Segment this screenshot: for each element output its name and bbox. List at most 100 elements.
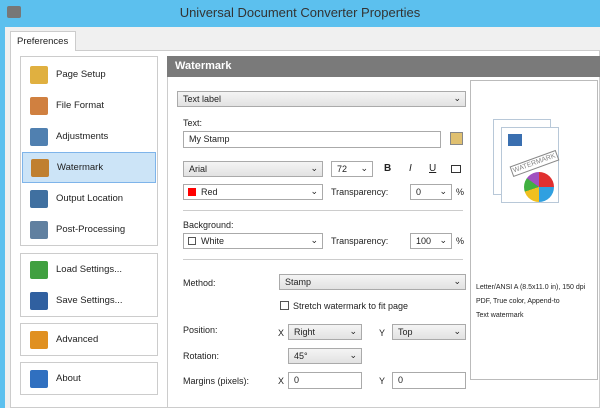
sidebar-item-post-processing[interactable]: Post-Processing [22,214,156,245]
sidebar-item-load-settings[interactable]: Load Settings... [22,254,156,285]
settings-list: Load Settings... Save Settings... [20,253,158,317]
bold-button[interactable]: B [384,163,391,174]
chevron-down-icon: ⌄ [349,326,357,336]
frame-button[interactable] [451,165,461,173]
text-value: My Stamp [189,134,230,144]
chevron-down-icon: ⌄ [453,93,461,103]
chevron-down-icon: ⌄ [310,186,318,196]
adjustments-icon [30,127,48,146]
transparency-select[interactable]: 0 ⌄ [410,184,452,200]
sidebar-item-label: Save Settings... [56,295,123,306]
rotation-select[interactable]: 45° ⌄ [288,348,362,364]
about-box: About [20,362,158,395]
sidebar-item-label: Load Settings... [56,264,123,275]
question-icon [30,369,48,388]
chevron-down-icon: ⌄ [360,163,368,173]
watermark-form: Text label ⌄ Text: My Stamp Arial ⌄ 72 ⌄ B … [167,77,470,408]
text-input[interactable]: My Stamp [183,131,441,148]
chevron-down-icon: ⌄ [453,326,461,336]
background-label: Background: [183,220,234,230]
margin-y-input[interactable]: 0 [392,372,466,389]
background-value: White [201,236,225,246]
divider [183,259,463,260]
background-select[interactable]: White ⌄ [183,233,323,249]
sidebar-item-label: Post-Processing [56,224,126,235]
margins-label: Margins (pixels): [183,376,250,386]
font-value: Arial [189,164,208,174]
panel-header: Watermark [167,56,600,77]
underline-button[interactable]: U [429,163,436,174]
tab-preferences[interactable]: Preferences [10,31,76,51]
bg-transparency-label: Transparency: [331,236,389,246]
position-label: Position: [183,325,218,335]
window-title: Universal Document Converter Properties [179,5,421,20]
transparency-value: 0 [416,187,422,197]
chevron-down-icon: ⌄ [453,276,461,286]
logo-icon [508,134,522,146]
italic-button[interactable]: I [409,163,412,174]
percent-label: % [456,236,465,246]
stretch-label: Stretch watermark to fit page [293,301,409,311]
position-x-select[interactable]: Right ⌄ [288,324,362,340]
size-select[interactable]: 72 ⌄ [331,161,373,177]
margin-x-value: 0 [294,375,300,385]
color-select[interactable]: Red ⌄ [183,184,323,200]
preview-info: PDF, True color, Append-to [476,298,560,305]
y-label: Y [379,376,386,386]
sidebar-item-label: Watermark [57,162,104,173]
sidebar-item-about[interactable]: About [22,363,156,394]
file-format-icon [30,96,48,115]
transparency-label: Transparency: [331,187,389,197]
preview-info: Text watermark [476,312,524,319]
stretch-checkbox[interactable] [280,301,289,310]
sidebar-item-page-setup[interactable]: Page Setup [22,59,156,90]
color-swatch [188,237,196,245]
margin-x-input[interactable]: 0 [288,372,362,389]
pos-x-value: Right [294,327,316,337]
sidebar-item-adjustments[interactable]: Adjustments [22,121,156,152]
sidebar-item-label: Output Location [56,193,124,204]
sidebar-item-label: Adjustments [56,131,109,142]
x-label: X [278,328,285,338]
sidebar-item-file-format[interactable]: File Format [22,90,156,121]
watermark-icon [31,158,49,177]
pie-chart-icon [524,172,554,202]
watermark-type-select[interactable]: Text label ⌄ [177,91,466,107]
bg-transparency-value: 100 [416,236,432,246]
load-settings-icon [30,260,48,279]
advanced-box: Advanced [20,323,158,356]
sidebar-item-label: File Format [56,100,105,111]
preview-info: Letter/ANSI A (8.5x11.0 in), 150 dpi [476,284,586,291]
divider [183,210,463,211]
sidebar-item-label: Page Setup [56,69,106,80]
method-value: Stamp [285,277,312,287]
position-y-select[interactable]: Top ⌄ [392,324,466,340]
post-processing-icon [30,220,48,239]
method-select[interactable]: Stamp ⌄ [279,274,466,290]
text-label: Text: [183,118,203,128]
page-setup-icon [30,65,48,84]
chevron-down-icon: ⌄ [310,163,318,173]
rotation-value: 45° [294,351,308,361]
bg-transparency-select[interactable]: 100 ⌄ [410,233,452,249]
output-location-icon [30,189,48,208]
y-label: Y [379,328,386,338]
font-select[interactable]: Arial ⌄ [183,161,323,177]
sidebar-item-advanced[interactable]: Advanced [22,324,156,355]
color-swatch [188,188,196,196]
percent-label: % [456,187,465,197]
nav-list: Page Setup File Format Adjustments Watermar… [20,56,158,246]
gears-icon [30,330,48,349]
preview-pane: WATERMARK Letter/ANSI A (8.5x11.0 in), 1… [470,80,598,380]
sidebar-item-label: Advanced [56,334,99,345]
rotation-label: Rotation: [183,351,220,361]
edit-text-icon[interactable] [450,132,463,145]
save-settings-icon [30,291,48,310]
sidebar-item-output-location[interactable]: Output Location [22,183,156,214]
chevron-down-icon: ⌄ [439,186,447,196]
sidebar-item-save-settings[interactable]: Save Settings... [22,285,156,316]
type-value: Text label [183,94,222,104]
size-value: 72 [337,164,348,174]
sidebar-item-watermark[interactable]: Watermark [22,152,156,183]
method-label: Method: [183,278,216,288]
